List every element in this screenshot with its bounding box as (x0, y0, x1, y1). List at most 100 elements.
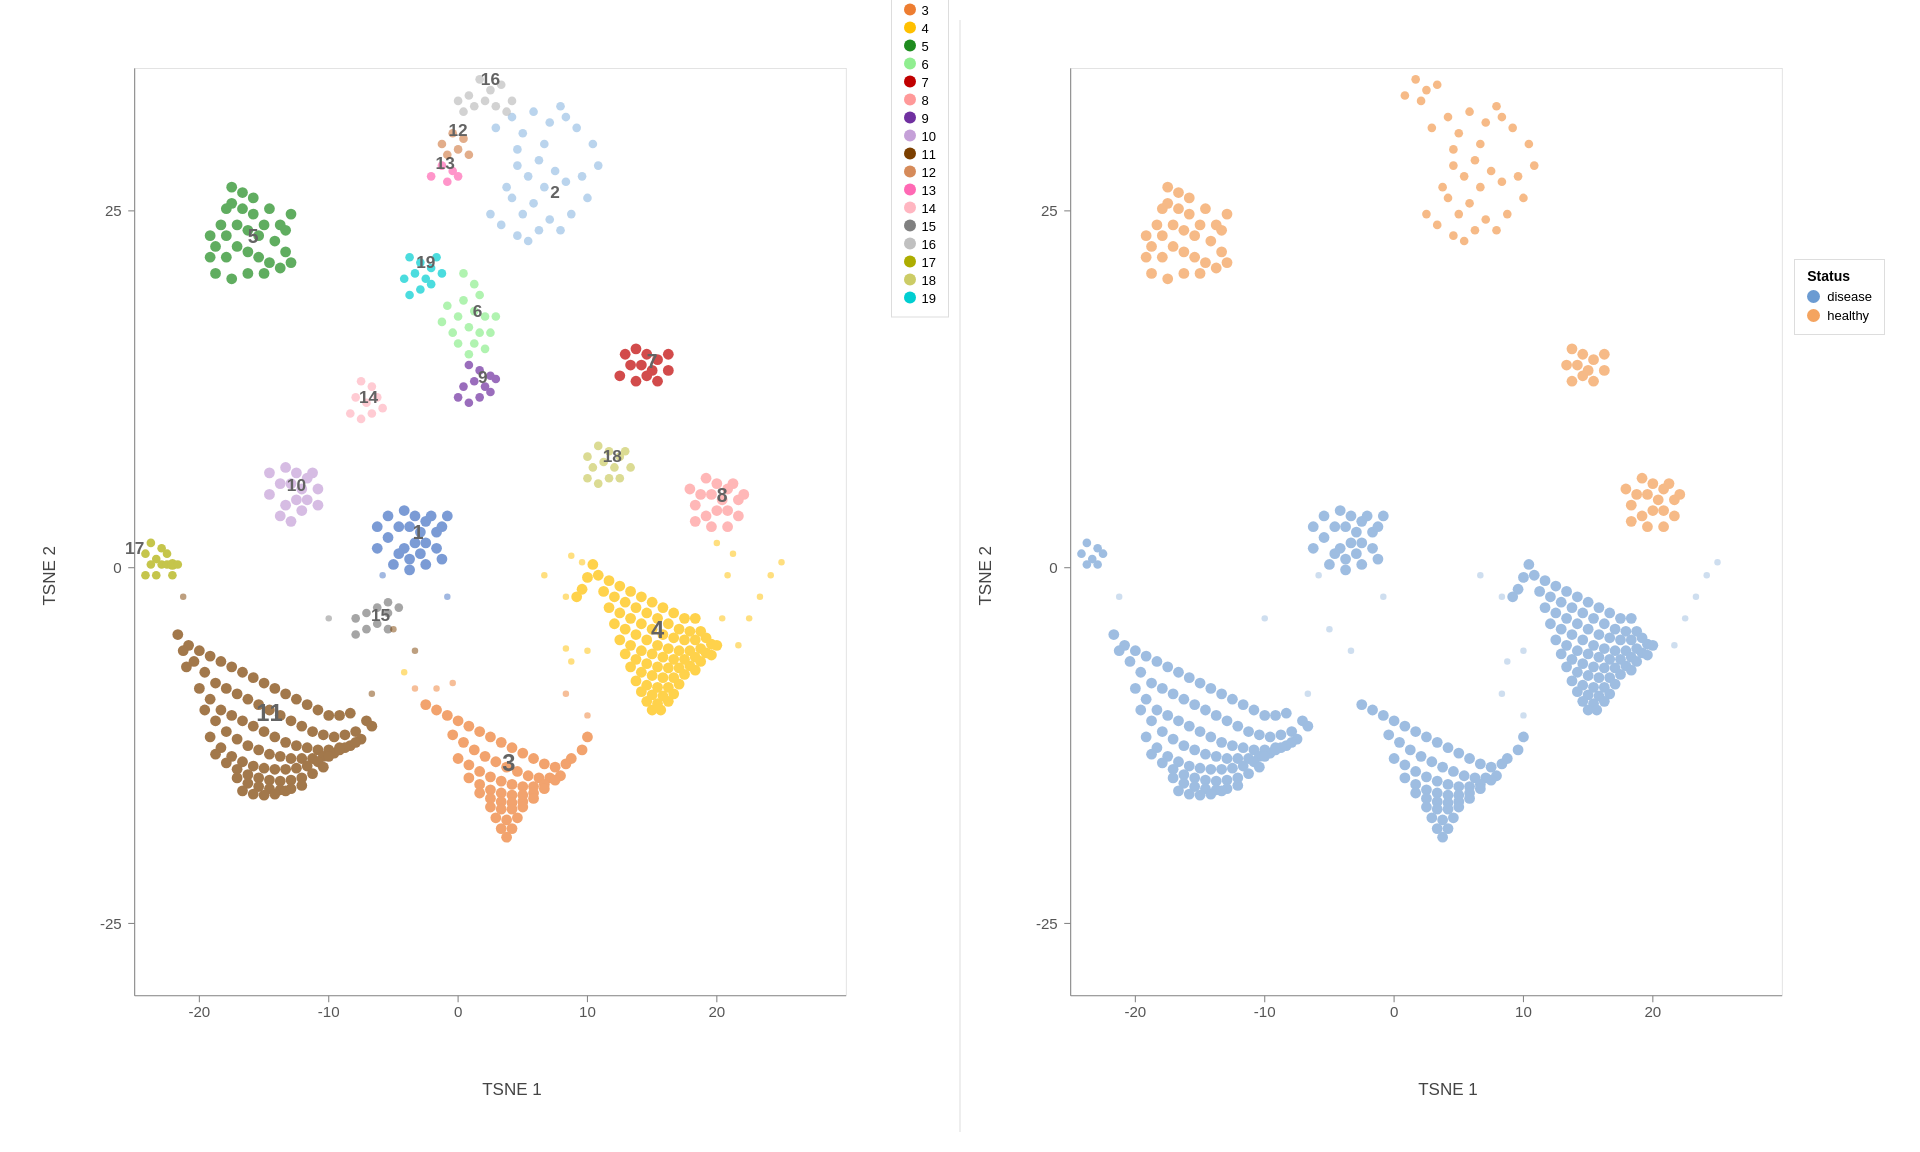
svg-point-536 (412, 647, 418, 653)
svg-point-956 (1326, 626, 1332, 632)
svg-point-632 (1173, 187, 1184, 198)
svg-point-960 (1499, 691, 1505, 697)
svg-point-338 (286, 753, 297, 764)
svg-point-792 (1475, 758, 1486, 769)
svg-point-445 (577, 744, 588, 755)
svg-point-720 (1205, 731, 1216, 742)
svg-point-849 (1572, 591, 1583, 602)
svg-text:-25: -25 (1036, 915, 1058, 932)
svg-point-80 (232, 219, 243, 230)
svg-point-871 (1604, 632, 1615, 643)
svg-text:-20: -20 (1124, 1003, 1146, 1020)
svg-point-453 (647, 597, 658, 608)
svg-point-601 (1460, 237, 1469, 246)
svg-point-337 (275, 751, 286, 762)
svg-point-584 (1498, 113, 1507, 122)
svg-point-535 (390, 626, 396, 632)
svg-point-401 (490, 756, 501, 767)
right-x-axis-label: TSNE 1 (1418, 1080, 1478, 1099)
svg-point-321 (280, 737, 291, 748)
svg-point-479 (620, 624, 631, 635)
svg-point-852 (1604, 608, 1615, 619)
svg-point-84 (232, 241, 243, 252)
svg-point-83 (221, 230, 232, 241)
svg-point-977 (1083, 560, 1092, 569)
svg-point-319 (259, 726, 270, 737)
svg-point-606 (1503, 210, 1512, 219)
svg-point-716 (1162, 710, 1173, 721)
svg-point-22 (562, 113, 571, 122)
svg-point-642 (1178, 268, 1189, 279)
svg-point-106 (242, 268, 253, 279)
svg-point-157 (636, 360, 647, 371)
svg-point-335 (253, 744, 264, 755)
svg-point-859 (1577, 608, 1588, 619)
svg-point-94 (264, 203, 275, 214)
svg-point-316 (226, 710, 237, 721)
svg-point-387 (463, 721, 474, 732)
svg-point-216 (275, 478, 286, 489)
svg-point-702 (1189, 699, 1200, 710)
svg-point-31 (562, 177, 571, 186)
svg-point-438 (512, 812, 523, 823)
legend-item-14: 14 (904, 200, 936, 215)
svg-text:10: 10 (579, 1003, 596, 1020)
legend-item-17: 17 (904, 254, 936, 269)
svg-point-652 (1647, 478, 1658, 489)
svg-point-591 (1460, 172, 1469, 181)
legend-healthy: healthy (1807, 308, 1872, 323)
svg-point-432 (485, 802, 496, 813)
svg-point-623 (1200, 257, 1211, 268)
legend-disease-label: disease (1827, 289, 1872, 304)
svg-point-809 (1421, 771, 1432, 782)
svg-point-640 (1146, 268, 1157, 279)
svg-point-47 (594, 161, 603, 170)
svg-point-183 (589, 463, 598, 472)
svg-point-972 (1083, 539, 1092, 548)
svg-text:-20: -20 (188, 1003, 210, 1020)
svg-point-768 (1254, 762, 1265, 773)
svg-point-731 (1146, 715, 1157, 726)
svg-point-61 (502, 107, 511, 116)
svg-point-843 (1513, 744, 1524, 755)
svg-text:18: 18 (603, 446, 623, 466)
svg-point-551 (735, 642, 741, 648)
svg-point-436 (490, 812, 501, 823)
svg-point-722 (1227, 740, 1238, 751)
svg-point-359 (221, 757, 232, 768)
svg-point-877 (1567, 629, 1578, 640)
svg-point-555 (714, 540, 720, 546)
svg-point-681 (1130, 645, 1141, 656)
svg-point-506 (706, 650, 717, 661)
svg-point-915 (1610, 679, 1621, 690)
svg-point-961 (1520, 712, 1526, 718)
svg-point-625 (1146, 241, 1157, 252)
svg-point-806 (1389, 753, 1400, 764)
svg-point-866 (1550, 608, 1561, 619)
svg-point-248 (372, 521, 383, 532)
svg-point-322 (291, 740, 302, 751)
svg-point-102 (205, 230, 216, 241)
svg-point-850 (1583, 597, 1594, 608)
svg-point-131 (475, 328, 484, 337)
svg-point-869 (1583, 624, 1594, 635)
svg-point-954 (1315, 572, 1321, 578)
svg-point-617 (1178, 225, 1189, 236)
svg-point-644 (1211, 263, 1222, 274)
svg-point-460 (620, 597, 631, 608)
svg-point-23 (540, 140, 549, 149)
svg-point-829 (1464, 793, 1475, 804)
svg-point-899 (1599, 662, 1610, 673)
svg-point-135 (486, 328, 495, 337)
svg-point-116 (400, 274, 409, 283)
svg-point-132 (448, 328, 457, 337)
right-y-axis-label-container: TSNE 2 (966, 546, 1006, 606)
svg-point-756 (1259, 751, 1270, 762)
svg-point-101 (286, 209, 297, 220)
svg-point-390 (496, 737, 507, 748)
svg-point-911 (1567, 675, 1578, 686)
svg-point-221 (307, 467, 318, 478)
svg-point-133 (454, 339, 463, 348)
svg-text:2: 2 (550, 182, 560, 202)
svg-point-554 (730, 550, 736, 556)
